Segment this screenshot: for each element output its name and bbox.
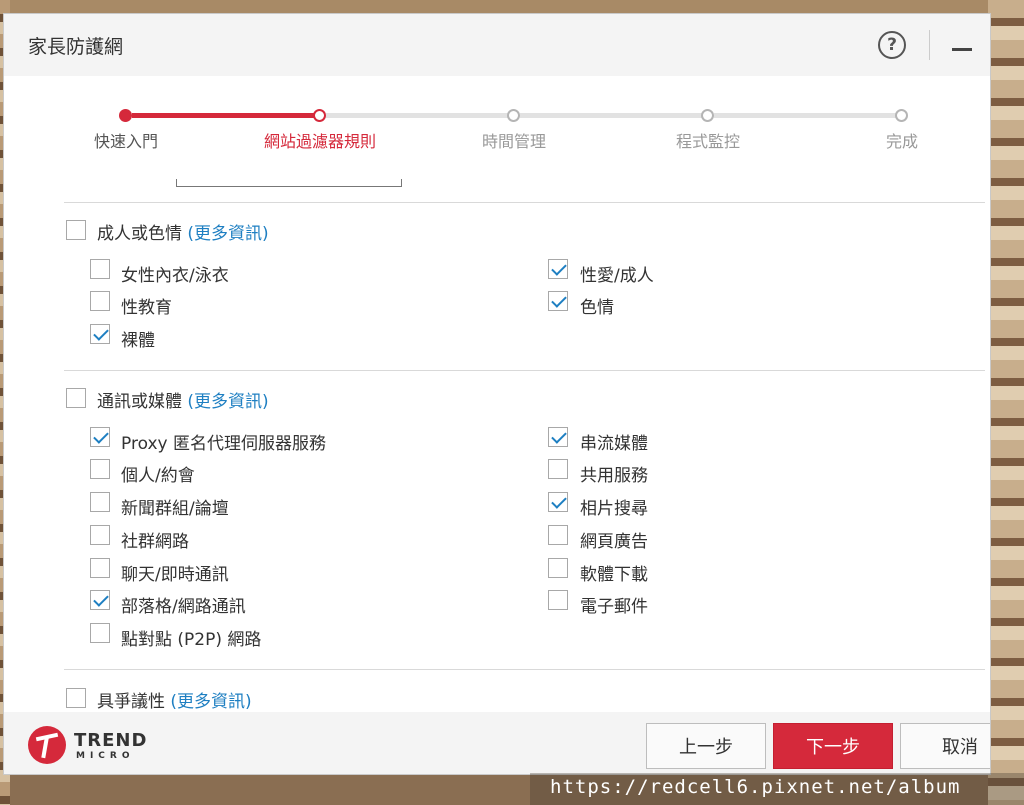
brand-subname: MICRO [76, 751, 135, 761]
item-label: 點對點 (P2P) 網路 [121, 630, 262, 650]
step-label-time-management: 時間管理 [481, 132, 546, 151]
category-label-controversial: 具爭議性 (更多資訊) [97, 692, 252, 712]
item-checkbox-pornography[interactable] [548, 291, 568, 311]
step-label-program-control: 程式監控 [675, 132, 740, 151]
item-checkbox-nudity[interactable] [90, 324, 110, 344]
stepper-track [326, 113, 508, 118]
category-label-communication: 通訊或媒體 (更多資訊) [97, 392, 269, 412]
stepper-track [714, 113, 896, 118]
item-label: 串流媒體 [580, 434, 648, 454]
step-dot-time-management [507, 109, 520, 122]
item-label: 部落格/網路通訊 [121, 597, 246, 617]
cancel-button[interactable]: 取消 [900, 723, 990, 769]
watermark-text: https://redcell6.pixnet.net/album [550, 776, 961, 798]
item-checkbox-blogs[interactable] [90, 590, 110, 610]
stepper-track [520, 113, 702, 118]
item-checkbox-streaming[interactable] [548, 427, 568, 447]
item-label: 新聞群組/論壇 [121, 499, 229, 519]
item-label: 社群網路 [121, 532, 189, 552]
item-label: 電子郵件 [580, 597, 648, 617]
window-title: 家長防護網 [28, 36, 124, 58]
item-label: Proxy 匿名代理伺服器服務 [121, 434, 326, 454]
category-checkbox-communication[interactable] [66, 388, 86, 408]
item-checkbox-photo-search[interactable] [548, 492, 568, 512]
item-checkbox-sex-adult[interactable] [548, 259, 568, 279]
scroll-content-edge [176, 179, 402, 187]
back-button[interactable]: 上一步 [646, 723, 766, 769]
item-label: 性教育 [121, 298, 172, 318]
step-dot-program-control [701, 109, 714, 122]
item-label: 色情 [580, 298, 614, 318]
item-checkbox-shared-services[interactable] [548, 459, 568, 479]
more-info-link[interactable]: (更多資訊) [187, 224, 268, 244]
title-bar: 家長防護網 ? × [4, 14, 990, 76]
item-label: 個人/約會 [121, 466, 195, 486]
item-checkbox-lingerie[interactable] [90, 259, 110, 279]
step-dot-done [895, 109, 908, 122]
divider [64, 370, 985, 371]
item-checkbox-social-networking[interactable] [90, 525, 110, 545]
item-label: 網頁廣告 [580, 532, 648, 552]
item-checkbox-web-ads[interactable] [548, 525, 568, 545]
more-info-link[interactable]: (更多資訊) [170, 692, 251, 712]
wizard-stepper: 快速入門 網站過濾器規則 時間管理 程式監控 完成 [4, 76, 990, 216]
item-label: 女性內衣/泳衣 [121, 266, 229, 286]
step-label-quick-start: 快速入門 [93, 132, 158, 151]
footer-bar: TREND MICRO 上一步 下一步 取消 [4, 712, 990, 774]
item-label: 軟體下載 [580, 565, 648, 585]
parental-controls-window: 家長防護網 ? × 快速入門 網站過濾器規則 時間管理 程式監控 完成 成人或色… [4, 14, 990, 774]
item-checkbox-p2p[interactable] [90, 623, 110, 643]
divider [64, 669, 985, 670]
more-info-link[interactable]: (更多資訊) [187, 392, 268, 412]
item-label: 裸體 [121, 331, 155, 351]
step-dot-quick-start [119, 109, 132, 122]
item-label: 性愛/成人 [580, 266, 654, 286]
next-button[interactable]: 下一步 [773, 723, 893, 769]
divider [64, 202, 985, 203]
item-checkbox-chat[interactable] [90, 558, 110, 578]
category-checkbox-adult[interactable] [66, 220, 86, 240]
item-checkbox-proxy[interactable] [90, 427, 110, 447]
step-label-website-filter: 網站過濾器規則 [263, 132, 376, 151]
minimize-icon[interactable] [952, 48, 972, 51]
title-separator [929, 30, 930, 60]
item-checkbox-software-downloads[interactable] [548, 558, 568, 578]
item-checkbox-dating[interactable] [90, 459, 110, 479]
category-checkbox-controversial[interactable] [66, 688, 86, 708]
trend-micro-logo-icon [28, 726, 66, 764]
filter-category-list[interactable]: 成人或色情 (更多資訊) 女性內衣/泳衣 性愛/成人 性教育 色情 裸體 通訊或… [64, 202, 985, 712]
close-icon[interactable]: × [989, 30, 990, 58]
stepper-track-complete [132, 113, 316, 118]
item-checkbox-email[interactable] [548, 590, 568, 610]
help-icon[interactable]: ? [878, 31, 906, 59]
step-dot-website-filter [313, 109, 326, 122]
item-label: 共用服務 [580, 466, 648, 486]
step-label-done: 完成 [885, 132, 918, 151]
item-label: 相片搜尋 [580, 499, 648, 519]
item-label: 聊天/即時通訊 [121, 565, 229, 585]
category-label-adult: 成人或色情 (更多資訊) [97, 224, 269, 244]
watermark: https://redcell6.pixnet.net/album [530, 773, 1024, 805]
item-checkbox-sex-education[interactable] [90, 291, 110, 311]
item-checkbox-newsgroups[interactable] [90, 492, 110, 512]
brand-name: TREND [74, 730, 148, 751]
